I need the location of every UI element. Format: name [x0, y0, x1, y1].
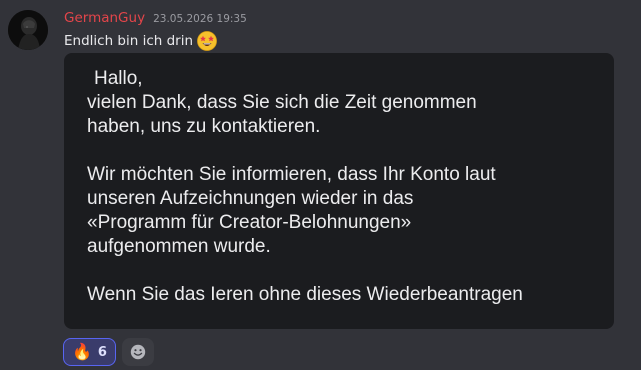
embed-line: aufgenommen wurde. [87, 236, 271, 257]
embed-paragraph-2: Wir möchten Sie informieren, dass Ihr Ko… [87, 163, 602, 259]
message-header: GermanGuy 23.05.2026 19:35 [64, 10, 247, 28]
add-reaction-button[interactable] [121, 338, 154, 366]
fire-icon: 🔥 [72, 342, 92, 361]
embed-paragraph-3: Wenn Sie das Ieren ohne dieses Wiederbea… [87, 283, 602, 307]
message-content: Endlich bin ich drin [64, 30, 217, 52]
embed-line: Wir möchten Sie informieren, dass Ihr Ko… [87, 164, 496, 185]
embed-paragraph-1: Hallo, vielen Dank, dass Sie sich die Ze… [87, 67, 602, 139]
avatar[interactable] [8, 10, 48, 50]
message-text: Endlich bin ich drin [64, 33, 194, 49]
timestamp: 23.05.2026 19:35 [153, 13, 247, 25]
embed-line: vielen Dank, dass Sie sich die Zeit geno… [87, 92, 477, 113]
star-struck-emoji-icon [197, 31, 217, 51]
embed-line-cut: Wenn Sie das Ieren ohne dieses Wiederbea… [87, 284, 523, 305]
smile-plus-icon [130, 344, 146, 360]
username[interactable]: GermanGuy [64, 10, 145, 26]
embed-line: unseren Aufzeichnungen wieder in das [87, 188, 414, 209]
chat-message: GermanGuy 23.05.2026 19:35 Endlich bin i… [0, 0, 641, 370]
reaction-fire[interactable]: 🔥 6 [63, 338, 116, 366]
embed-line: haben, uns zu kontaktieren. [87, 116, 321, 137]
avatar-image [8, 10, 48, 50]
reaction-count: 6 [97, 344, 107, 360]
embed-card: Hallo, vielen Dank, dass Sie sich die Ze… [64, 53, 614, 329]
embed-line: «Programm für Creator-Belohnungen» [87, 212, 412, 233]
reactions-bar: 🔥 6 [63, 338, 154, 366]
embed-body: Hallo, vielen Dank, dass Sie sich die Ze… [87, 67, 602, 329]
embed-line: Hallo, [94, 68, 143, 89]
